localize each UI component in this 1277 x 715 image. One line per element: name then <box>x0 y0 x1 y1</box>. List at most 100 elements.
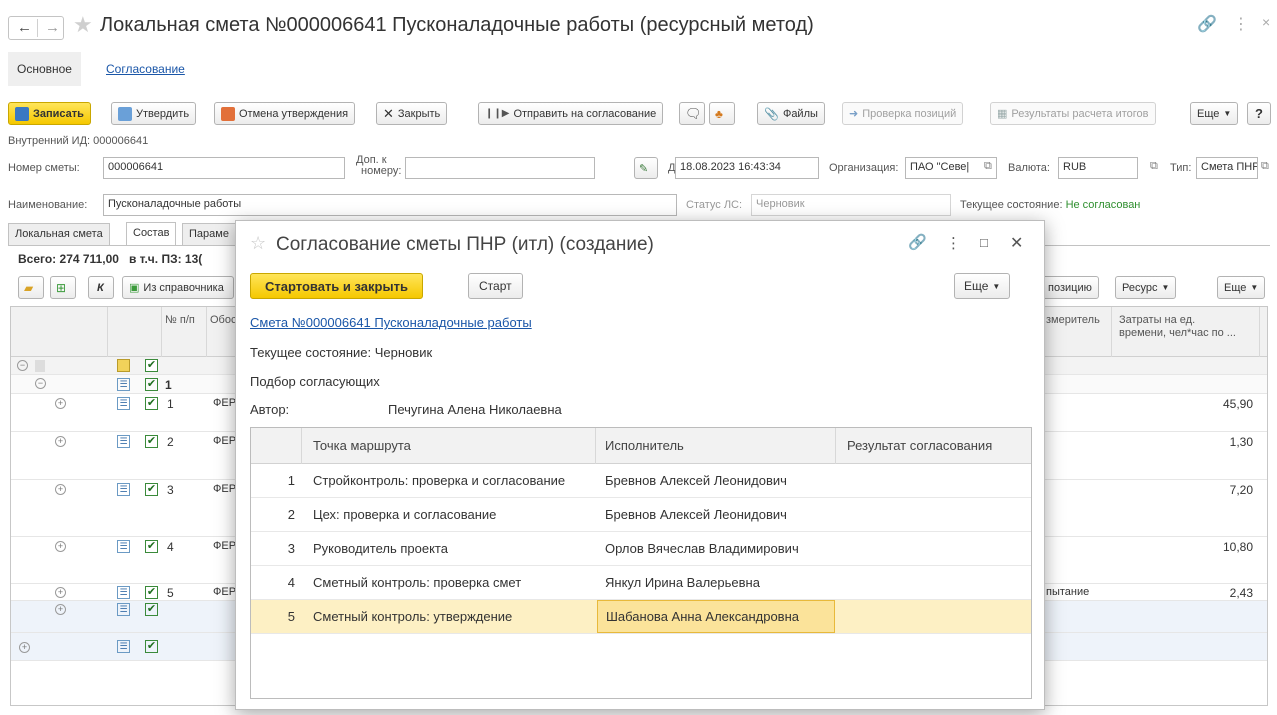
route-table-header: Точка маршрута Исполнитель Результат сог… <box>251 428 1031 464</box>
state-value[interactable]: Не согласован <box>1066 199 1141 211</box>
paperclip-icon: 📎 <box>764 106 779 121</box>
expand-icon[interactable]: + <box>55 587 66 598</box>
comment-button[interactable]: 🗨 <box>679 102 705 125</box>
favorite-star-icon[interactable]: ★ <box>73 12 93 38</box>
expand-icon[interactable]: + <box>55 436 66 447</box>
maximize-icon[interactable]: □ <box>980 235 988 250</box>
link-icon[interactable]: 🔗 <box>908 233 927 251</box>
expand-icon[interactable]: + <box>55 604 66 615</box>
org-label: Организация: <box>829 162 899 174</box>
list-icon: ☰ <box>117 397 130 410</box>
send-approval-button[interactable]: ❙❙▶ Отправить на согласование <box>478 102 664 125</box>
checkbox[interactable]: ✔ <box>145 378 158 391</box>
type-label: Тип: <box>1170 162 1192 174</box>
approval-dialog[interactable]: ☆ Согласование сметы ПНР (итл) (создание… <box>235 220 1045 710</box>
expand-icon[interactable]: + <box>55 541 66 552</box>
more-vert-icon[interactable]: ⋮ <box>946 234 961 252</box>
dialog-more-button[interactable]: Еще ▼ <box>954 273 1011 299</box>
add-row-button[interactable]: ⊞ <box>50 276 76 299</box>
name-label: Наименование: <box>8 199 88 211</box>
start-button[interactable]: Старт <box>468 273 523 299</box>
col-executor-header: Исполнитель <box>605 438 684 453</box>
currency-field[interactable]: RUB <box>1058 157 1138 179</box>
tab-parameters[interactable]: Параме <box>182 223 238 245</box>
author-label: Автор: <box>250 402 290 417</box>
structure-icon: ♣ <box>715 106 723 121</box>
collapse-icon[interactable]: − <box>35 378 46 389</box>
list-icon: ☰ <box>117 435 130 448</box>
checkbox[interactable]: ✔ <box>145 483 158 496</box>
collapse-icon[interactable]: − <box>17 360 28 371</box>
checkbox[interactable]: ✔ <box>145 397 158 410</box>
estimate-link[interactable]: Смета №000006641 Пусконаладочные работы <box>250 315 532 330</box>
add-group-button[interactable]: ▰ <box>18 276 44 299</box>
col-cost-header: Затраты на ед. времени, чел*час по ... <box>1119 314 1236 339</box>
chevron-down-icon: ▼ <box>1250 283 1259 292</box>
from-reference-button[interactable]: ▣ Из справочника <box>122 276 234 299</box>
favorite-star-icon[interactable]: ☆ <box>250 233 266 254</box>
open-org-icon[interactable]: ⧉ <box>984 160 992 173</box>
resource-button[interactable]: Ресурс ▼ <box>1115 276 1177 299</box>
results-button[interactable]: ▦ Результаты расчета итогов <box>990 102 1156 125</box>
close-icon[interactable]: × <box>1262 14 1270 30</box>
more-button[interactable]: Еще ▼ <box>1190 102 1239 125</box>
nav-tab-approval[interactable]: Согласование <box>106 62 185 76</box>
open-currency-icon[interactable]: ⧉ <box>1150 160 1158 173</box>
edit-date-button[interactable]: ✎ <box>634 157 658 179</box>
picking-label: Подбор согласующих <box>250 374 380 389</box>
back-button[interactable]: ← → <box>8 16 64 40</box>
type-field[interactable]: Смета ПНР <box>1196 157 1258 179</box>
add-position-button[interactable]: позицию <box>1041 276 1099 299</box>
cancel-approve-button[interactable]: Отмена утверждения <box>214 102 356 125</box>
checkbox[interactable]: ✔ <box>145 586 158 599</box>
route-row[interactable]: 2 Цех: проверка и согласование Бревнов А… <box>251 498 1031 532</box>
help-button[interactable]: ? <box>1247 102 1271 125</box>
open-type-icon[interactable]: ⧉ <box>1261 160 1269 173</box>
route-row[interactable]: 4 Сметный контроль: проверка смет Янкул … <box>251 566 1031 600</box>
list-icon: ☰ <box>117 378 130 391</box>
route-row[interactable]: 1 Стройконтроль: проверка и согласование… <box>251 464 1031 498</box>
checkbox[interactable]: ✔ <box>145 359 158 372</box>
structure-button[interactable]: ♣ <box>709 102 735 125</box>
checkbox[interactable]: ✔ <box>145 435 158 448</box>
more-vert-icon[interactable]: ⋮ <box>1233 14 1249 34</box>
save-icon <box>15 106 29 121</box>
route-row-selected[interactable]: 5 Сметный контроль: утверждение Шабанова… <box>251 600 1031 634</box>
folder-add-icon: ▰ <box>24 280 34 295</box>
check-positions-button[interactable]: ➜ Проверка позиций <box>842 102 964 125</box>
tab-composition[interactable]: Состав <box>126 222 177 245</box>
list-icon: ☰ <box>117 640 130 653</box>
close-button[interactable]: ✕ Закрыть <box>376 102 448 125</box>
checkbox[interactable]: ✔ <box>145 640 158 653</box>
link-icon[interactable]: 🔗 <box>1197 14 1217 34</box>
executor-cell-focused[interactable]: Шабанова Анна Александровна <box>597 600 835 633</box>
list-icon: ☰ <box>117 603 130 616</box>
extra-number-field[interactable] <box>405 157 595 179</box>
checkbox[interactable]: ✔ <box>145 603 158 616</box>
close-x-icon: ✕ <box>383 105 394 121</box>
route-row[interactable]: 3 Руководитель проекта Орлов Вячеслав Вл… <box>251 532 1031 566</box>
checkbox[interactable]: ✔ <box>145 540 158 553</box>
nav-tab-main[interactable]: Основное <box>8 52 81 86</box>
k-button[interactable]: К <box>88 276 114 299</box>
dialog-title: Согласование сметы ПНР (итл) (создание) <box>276 234 654 255</box>
number-field[interactable]: 000006641 <box>103 157 345 179</box>
approve-button[interactable]: Утвердить <box>111 102 197 125</box>
route-table[interactable]: Точка маршрута Исполнитель Результат сог… <box>250 427 1032 699</box>
col-meter-header: змеритель <box>1046 314 1100 326</box>
add-row-icon: ⊞ <box>56 280 67 295</box>
expand-icon[interactable]: + <box>55 484 66 495</box>
close-icon[interactable]: ✕ <box>1010 233 1023 253</box>
expand-icon[interactable]: + <box>19 642 30 653</box>
expand-icon[interactable]: + <box>55 398 66 409</box>
pencil-icon: ✎ <box>639 162 649 175</box>
date-field[interactable]: 18.08.2023 16:43:34 <box>675 157 819 179</box>
reference-icon: ▣ <box>129 282 140 294</box>
tab-local-estimate[interactable]: Локальная смета <box>8 223 110 245</box>
name-field[interactable]: Пусконаладочные работы <box>103 194 677 216</box>
files-button[interactable]: 📎 Файлы <box>757 102 825 125</box>
start-and-close-button[interactable]: Стартовать и закрыть <box>250 273 423 299</box>
grid-more-button[interactable]: Еще ▼ <box>1217 276 1266 299</box>
check-icon: ➜ <box>849 108 859 120</box>
save-button[interactable]: Записать <box>8 102 91 125</box>
